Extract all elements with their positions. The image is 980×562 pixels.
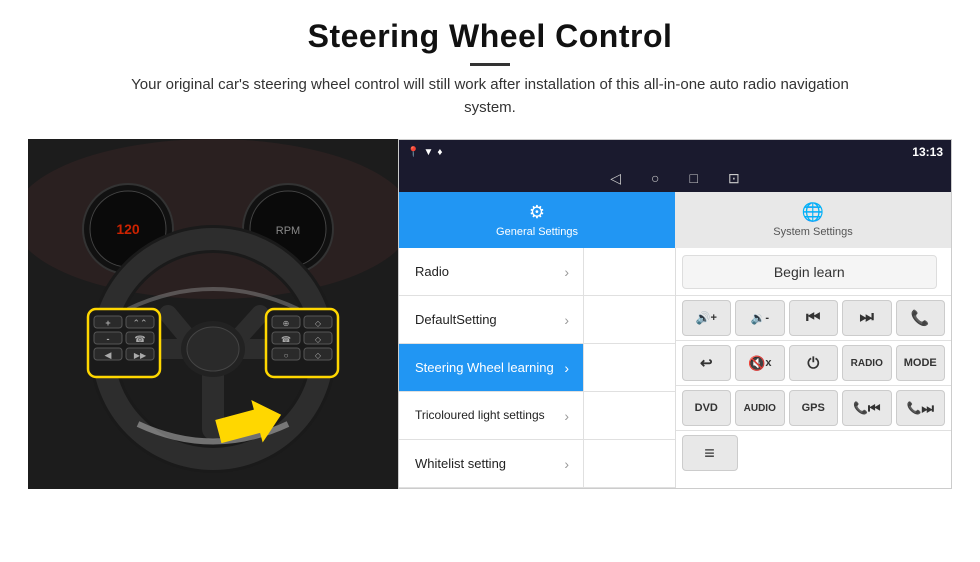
vol-down-icon: 🔉 — [750, 311, 765, 325]
tel-next-icon: 📞 — [906, 401, 921, 415]
svg-text:⌃⌃: ⌃⌃ — [132, 318, 147, 328]
chevron-right-icon: › — [564, 312, 569, 328]
menu-item-default[interactable]: DefaultSetting › — [399, 296, 584, 343]
globe-icon: 🌐 — [802, 202, 824, 223]
hang-up-button[interactable]: ↩ — [682, 345, 732, 381]
tab-system-settings[interactable]: 🌐 System Settings — [675, 192, 951, 248]
mute-button[interactable]: 🔇x — [735, 345, 785, 381]
next-icon: ⏭ — [860, 309, 874, 327]
svg-text:☎: ☎ — [281, 335, 291, 344]
chevron-right-icon: › — [564, 264, 569, 280]
audio-label: AUDIO — [744, 403, 776, 414]
svg-text:◀: ◀ — [105, 350, 112, 360]
tel-prev-button[interactable]: 📞⏮ — [842, 390, 892, 426]
svg-text:▶▶: ▶▶ — [134, 351, 147, 360]
svg-text:☎: ☎ — [134, 334, 145, 344]
radio-button[interactable]: RADIO — [842, 345, 892, 381]
phone-button[interactable]: 📞 — [896, 300, 946, 336]
menu-whitelist-label: Whitelist setting — [415, 456, 506, 472]
tel-next-button[interactable]: 📞⏭ — [896, 390, 946, 426]
controls-panel: Begin learn 🔊+ 🔉- ⏮ ⏭ — [675, 248, 952, 488]
menu-steering-label: Steering Wheel learning — [415, 360, 554, 376]
menu-nav-icon[interactable]: ⊡ — [728, 170, 740, 187]
menu-row-steering: Steering Wheel learning › — [399, 344, 675, 392]
menu-row-radio: Radio › — [399, 248, 675, 296]
begin-learn-button[interactable]: Begin learn — [682, 255, 938, 289]
hang-up-icon: ↩ — [700, 354, 713, 372]
content-area: 120 RPM — [28, 139, 952, 489]
chevron-right-icon: › — [564, 360, 569, 376]
svg-text:120: 120 — [116, 221, 140, 237]
gear-icon: ⚙ — [529, 202, 545, 223]
menu-item-tricoloured[interactable]: Tricoloured light settings › — [399, 392, 584, 439]
svg-text:⊕: ⊕ — [283, 319, 290, 328]
status-time: 13:13 — [912, 145, 943, 159]
tab-bar: ⚙ General Settings 🌐 System Settings — [399, 192, 951, 248]
page-subtitle: Your original car's steering wheel contr… — [130, 74, 850, 119]
chevron-right-icon: › — [564, 408, 569, 424]
tel-icon: 📞 — [853, 401, 868, 415]
mode-button[interactable]: MODE — [896, 345, 946, 381]
menu-row-whitelist: Whitelist setting › — [399, 440, 675, 488]
next-small-icon: ⏭ — [921, 400, 934, 417]
menu-item-whitelist[interactable]: Whitelist setting › — [399, 440, 584, 487]
tab-general-settings[interactable]: ⚙ General Settings — [399, 192, 675, 248]
vol-down-button[interactable]: 🔉- — [735, 300, 785, 336]
mode-label: MODE — [904, 357, 937, 369]
list-icon: ≡ — [704, 443, 715, 464]
home-nav-icon[interactable]: ○ — [651, 170, 659, 186]
tab-general-label: General Settings — [496, 226, 578, 238]
svg-text:-: - — [107, 334, 110, 344]
wifi-icon: ♦ — [437, 147, 442, 158]
location-icon: 📍 — [407, 147, 419, 158]
audio-button[interactable]: AUDIO — [735, 390, 785, 426]
mute-icon: 🔇 — [748, 355, 765, 372]
back-nav-icon[interactable]: ◁ — [610, 170, 621, 187]
next-button[interactable]: ⏭ — [842, 300, 892, 336]
menu-item-steering[interactable]: Steering Wheel learning › — [399, 344, 584, 391]
phone-icon: 📞 — [911, 309, 930, 327]
radio-label: RADIO — [851, 358, 883, 369]
gps-button[interactable]: GPS — [789, 390, 839, 426]
power-button[interactable]: ⏻ — [789, 345, 839, 381]
prev-icon: ⏮ — [806, 309, 820, 327]
menu-radio-label: Radio — [415, 264, 449, 280]
menu-default-label: DefaultSetting — [415, 312, 497, 328]
menu-list: Radio › DefaultSetting › — [399, 248, 675, 488]
svg-text:○: ○ — [284, 351, 289, 360]
chevron-right-icon: › — [564, 456, 569, 472]
list-button[interactable]: ≡ — [682, 435, 738, 471]
android-ui: 📍 ▼ ♦ 13:13 ◁ ○ □ ⊡ ⚙ General Settings 🌐… — [398, 139, 952, 489]
vol-up-icon: 🔊 — [696, 311, 711, 325]
page-header: Steering Wheel Control Your original car… — [0, 0, 980, 129]
status-bar: 📍 ▼ ♦ 13:13 — [399, 140, 951, 164]
title-divider — [470, 63, 510, 66]
prev-small-icon: ⏮ — [868, 400, 881, 417]
svg-text:RPM: RPM — [276, 225, 300, 237]
dvd-label: DVD — [695, 402, 718, 414]
svg-text:◇: ◇ — [315, 319, 322, 328]
svg-text:+: + — [105, 318, 110, 328]
menu-tricoloured-label: Tricoloured light settings — [415, 408, 545, 422]
dvd-button[interactable]: DVD — [682, 390, 732, 426]
menu-row-tricoloured: Tricoloured light settings › — [399, 392, 675, 440]
tab-system-label: System Settings — [773, 226, 852, 238]
svg-text:◇: ◇ — [315, 335, 322, 344]
gps-label: GPS — [802, 402, 825, 414]
power-icon: ⏻ — [807, 355, 819, 372]
signal-icon: ▼ — [423, 147, 433, 158]
steering-wheel-image: 120 RPM — [28, 139, 398, 489]
menu-item-radio[interactable]: Radio › — [399, 248, 584, 295]
prev-button[interactable]: ⏮ — [789, 300, 839, 336]
page-title: Steering Wheel Control — [20, 18, 960, 55]
vol-up-button[interactable]: 🔊+ — [682, 300, 732, 336]
svg-text:◇: ◇ — [315, 351, 322, 360]
nav-bar: ◁ ○ □ ⊡ — [399, 164, 951, 192]
status-icons: 📍 ▼ ♦ — [407, 147, 442, 158]
menu-row-default: DefaultSetting › — [399, 296, 675, 344]
recent-nav-icon[interactable]: □ — [690, 170, 698, 186]
